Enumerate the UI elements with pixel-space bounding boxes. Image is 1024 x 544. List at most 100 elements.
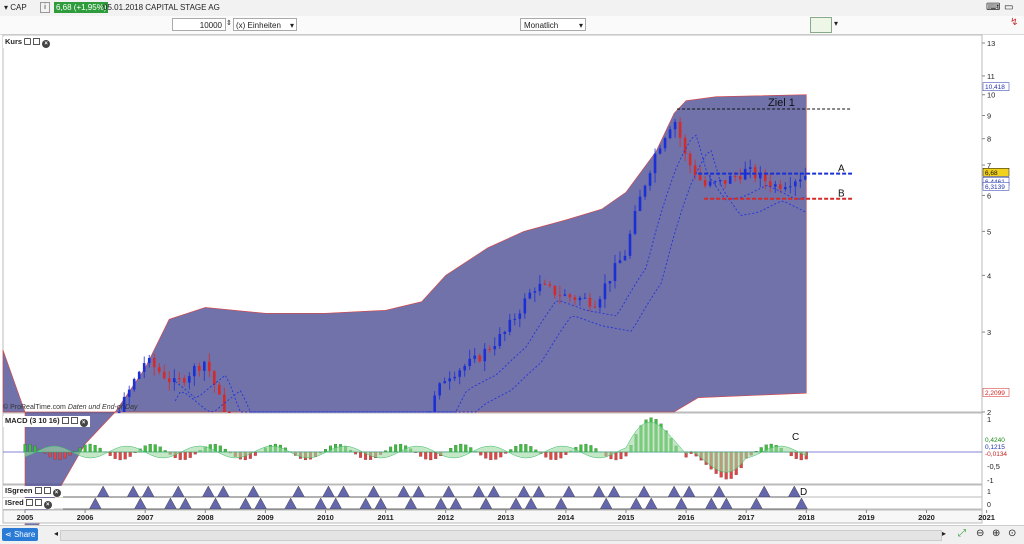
candle-body — [739, 176, 742, 179]
macd-bar — [374, 452, 377, 458]
macd-bar — [199, 450, 202, 452]
window-icon[interactable]: ▭ — [1004, 2, 1013, 13]
candle-body — [218, 385, 221, 395]
x-axis — [3, 510, 982, 523]
macd-bar — [64, 452, 67, 458]
chart-title: 05.01.2018 CAPITAL STAGE AG — [103, 3, 220, 12]
price-chart[interactable]: Ziel 1AB1311109876543210,4186,686,44616,… — [0, 0, 1024, 543]
fit-icon[interactable]: ⤢ — [958, 528, 966, 539]
maximize-icon[interactable] — [44, 487, 51, 494]
macd-bar — [389, 447, 392, 452]
maximize-icon[interactable] — [71, 417, 78, 424]
price-label: 6,3139 — [985, 184, 1005, 191]
close-icon[interactable]: × — [42, 40, 50, 48]
macd-bar — [119, 452, 122, 460]
scroll-right-icon[interactable]: ▸ — [942, 529, 946, 538]
x-tick-label: 2021 — [978, 513, 995, 522]
macd-bar — [139, 449, 142, 452]
macd-bar — [244, 452, 247, 460]
info-icon[interactable]: i — [40, 2, 50, 13]
macd-bar — [725, 452, 728, 479]
macd-bar — [329, 446, 332, 452]
macd-tick-label: 1 — [987, 415, 991, 424]
scroll-left-icon[interactable]: ◂ — [54, 529, 58, 538]
y-tick-label: 5 — [987, 227, 991, 236]
level-a-label: A — [838, 164, 845, 175]
candle-body — [483, 349, 486, 361]
macd-bar — [304, 452, 307, 460]
isgreen-wave — [63, 486, 800, 497]
macd-bar — [114, 452, 117, 459]
wrench-icon[interactable] — [35, 487, 42, 494]
macd-bar — [194, 452, 197, 454]
macd-bar — [805, 452, 808, 459]
share-button[interactable]: ⋖ Share — [2, 528, 38, 541]
candle-body — [804, 176, 807, 180]
macd-bar — [780, 448, 783, 452]
chevron-down-icon: ▾ — [290, 19, 294, 32]
zoom-fit-icon[interactable]: ⊙ — [1008, 528, 1016, 539]
keyboard-icon[interactable]: ⌨ — [986, 2, 1000, 13]
interval-select[interactable]: Monatlich▾ — [520, 18, 586, 31]
macd-bar — [284, 448, 287, 452]
candle-body — [714, 181, 717, 182]
candle-body — [704, 180, 707, 186]
panel-title-isred: ISred — [5, 498, 24, 507]
x-tick-label: 2006 — [77, 513, 94, 522]
panel-header-price: Kurs× — [3, 37, 52, 48]
candle-body — [574, 297, 577, 300]
tool-icon[interactable]: ↯ — [1010, 17, 1018, 28]
price-label-box — [983, 182, 1009, 190]
unit-select[interactable]: (x) Einheiten▾ — [233, 18, 297, 31]
macd-bar — [459, 444, 462, 452]
zoom-out-icon[interactable]: ⊖ — [976, 528, 984, 539]
maximize-icon[interactable] — [35, 499, 42, 506]
macd-bar — [775, 445, 778, 452]
wrench-icon[interactable] — [26, 499, 33, 506]
candle-body — [569, 294, 572, 297]
candle-body — [519, 313, 522, 318]
wrench-icon[interactable] — [24, 38, 31, 45]
price-band-left — [3, 350, 25, 412]
candle-body — [168, 378, 171, 382]
price-label-box — [983, 168, 1009, 176]
close-icon[interactable]: × — [80, 419, 88, 427]
candle-body — [694, 165, 697, 175]
candle-body — [799, 180, 802, 182]
maximize-icon[interactable] — [33, 38, 40, 45]
chart-type-icon[interactable] — [810, 17, 832, 33]
candle-body — [468, 359, 471, 366]
y-tick-label: 7 — [987, 161, 991, 170]
macd-bar — [364, 452, 367, 460]
macd-bar — [419, 452, 422, 457]
watermark-prefix: © ProRealTime.com — [3, 404, 66, 411]
horizontal-scrollbar[interactable] — [60, 530, 942, 541]
zoom-in-icon[interactable]: ⊕ — [992, 528, 1000, 539]
macd-bar — [590, 445, 593, 452]
chevron-down-icon: ▾ — [579, 19, 583, 32]
wrench-icon[interactable] — [62, 417, 69, 424]
candle-body — [604, 283, 607, 299]
macd-bar — [434, 452, 437, 459]
quantity-input[interactable]: 10000 — [172, 18, 226, 31]
panel-title-macd: MACD (3 10 16) — [5, 416, 60, 425]
candle-body — [734, 176, 737, 177]
candle-body — [183, 378, 186, 382]
symbol-dropdown[interactable]: ▾ CAP — [4, 3, 27, 12]
macd-bar — [630, 445, 633, 452]
close-icon[interactable]: × — [53, 489, 61, 497]
chevron-down-icon[interactable]: ▾ — [834, 19, 838, 28]
candle-body — [428, 411, 431, 412]
candle-body — [148, 358, 151, 363]
stepper-icon[interactable]: ⇕ — [226, 19, 232, 27]
macd-bar — [314, 452, 317, 457]
x-tick-label: 2011 — [377, 513, 393, 522]
x-tick-label: 2017 — [738, 513, 755, 522]
candle-body — [198, 366, 201, 371]
panel-title-isgreen: ISgreen — [5, 486, 33, 495]
price-badge: 6,68 (+1,95%) — [54, 2, 108, 13]
close-icon[interactable]: × — [44, 501, 52, 509]
price-label: 10,418 — [985, 84, 1005, 91]
macd-bar — [700, 452, 703, 460]
candle-body — [784, 187, 787, 189]
